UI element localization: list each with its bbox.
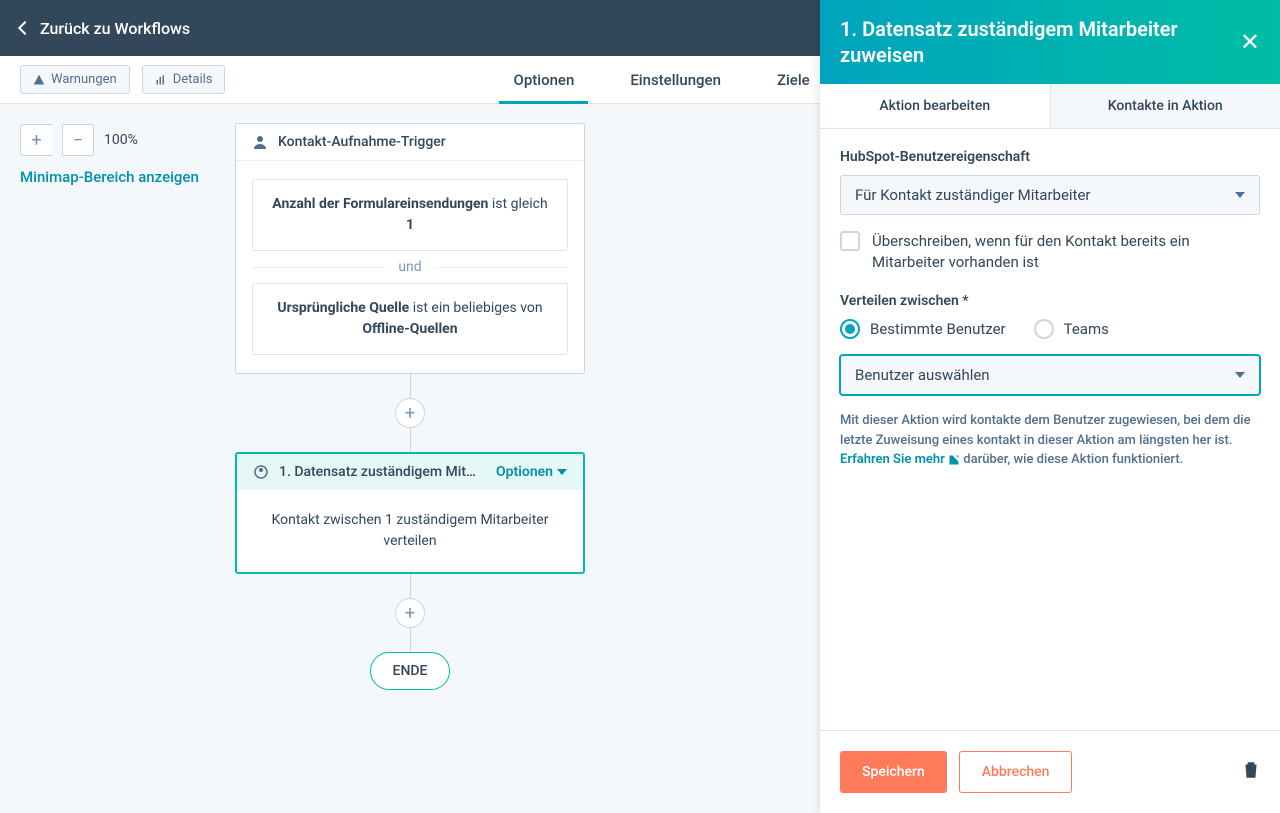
- tab-options[interactable]: Optionen: [485, 56, 602, 103]
- overwrite-checkbox[interactable]: [840, 231, 860, 251]
- connector-line: [410, 628, 411, 652]
- panel-tab-contacts[interactable]: Kontakte in Aktion: [1050, 84, 1280, 128]
- action-edit-panel: 1. Datensatz zuständigem Mitarbeiter zuw…: [820, 0, 1280, 813]
- property-select[interactable]: Für Kontakt zuständiger Mitarbeiter: [840, 175, 1260, 215]
- connector-line: [410, 574, 411, 598]
- person-icon: [252, 134, 268, 150]
- action-options-dropdown[interactable]: Optionen: [496, 464, 567, 480]
- connector-line: [410, 374, 411, 398]
- zoom-out-button[interactable]: −: [62, 124, 94, 156]
- warnings-button[interactable]: Warnungen: [20, 65, 130, 94]
- trigger-condition-1: Anzahl der Formulareinsendungen ist glei…: [252, 179, 568, 251]
- tab-settings[interactable]: Einstellungen: [602, 56, 749, 103]
- overwrite-label: Überschreiben, wenn für den Kontakt bere…: [872, 231, 1260, 273]
- panel-title: 1. Datensatz zuständigem Mitarbeiter zuw…: [840, 16, 1240, 68]
- learn-more-link[interactable]: Erfahren Sie mehr: [840, 452, 963, 467]
- chart-icon: [155, 74, 167, 86]
- radio-input[interactable]: [1034, 319, 1054, 339]
- delete-button[interactable]: [1242, 760, 1260, 784]
- radio-teams[interactable]: Teams: [1034, 319, 1109, 339]
- back-label: Zurück zu Workflows: [40, 19, 190, 38]
- close-panel-button[interactable]: ✕: [1240, 28, 1260, 56]
- action-body-text: Kontakt zwischen 1 zuständigem Mitarbeit…: [237, 490, 583, 572]
- action-node[interactable]: 1. Datensatz zuständigem Mit… Optionen K…: [235, 452, 585, 574]
- workflow-canvas[interactable]: + − 100% Minimap-Bereich anzeigen Kontak…: [0, 104, 820, 813]
- zoom-in-button[interactable]: +: [20, 124, 52, 156]
- save-button[interactable]: Speichern: [840, 751, 947, 793]
- chevron-down-icon: [557, 469, 567, 475]
- condition-and-label: und: [252, 251, 568, 283]
- warning-icon: [33, 74, 45, 86]
- zoom-level: 100%: [104, 132, 138, 148]
- trash-icon: [1242, 760, 1260, 780]
- property-label: HubSpot-Benutzereigenschaft: [840, 149, 1260, 165]
- user-select[interactable]: Benutzer auswählen: [840, 355, 1260, 395]
- info-text: Mit dieser Aktion wird kontakte dem Benu…: [840, 411, 1260, 470]
- radio-specific-users[interactable]: Bestimmte Benutzer: [840, 319, 1006, 339]
- chevron-down-icon: [1235, 372, 1245, 378]
- chevron-down-icon: [1235, 192, 1245, 198]
- details-button[interactable]: Details: [142, 65, 226, 94]
- chevron-left-icon: [18, 21, 32, 35]
- add-step-button[interactable]: +: [395, 398, 425, 428]
- connector-line: [410, 428, 411, 452]
- end-node: ENDE: [370, 652, 451, 690]
- external-link-icon: [948, 454, 960, 466]
- cancel-button[interactable]: Abbrechen: [959, 751, 1073, 793]
- trigger-node[interactable]: Kontakt-Aufnahme-Trigger Anzahl der Form…: [235, 123, 585, 374]
- assign-icon: [253, 464, 269, 480]
- trigger-condition-2: Ursprüngliche Quelle ist ein beliebiges …: [252, 283, 568, 355]
- radio-input[interactable]: [840, 319, 860, 339]
- distribute-label: Verteilen zwischen *: [840, 293, 1260, 309]
- back-to-workflows-link[interactable]: Zurück zu Workflows: [20, 19, 190, 38]
- add-step-button[interactable]: +: [395, 598, 425, 628]
- panel-tab-edit[interactable]: Aktion bearbeiten: [820, 84, 1050, 128]
